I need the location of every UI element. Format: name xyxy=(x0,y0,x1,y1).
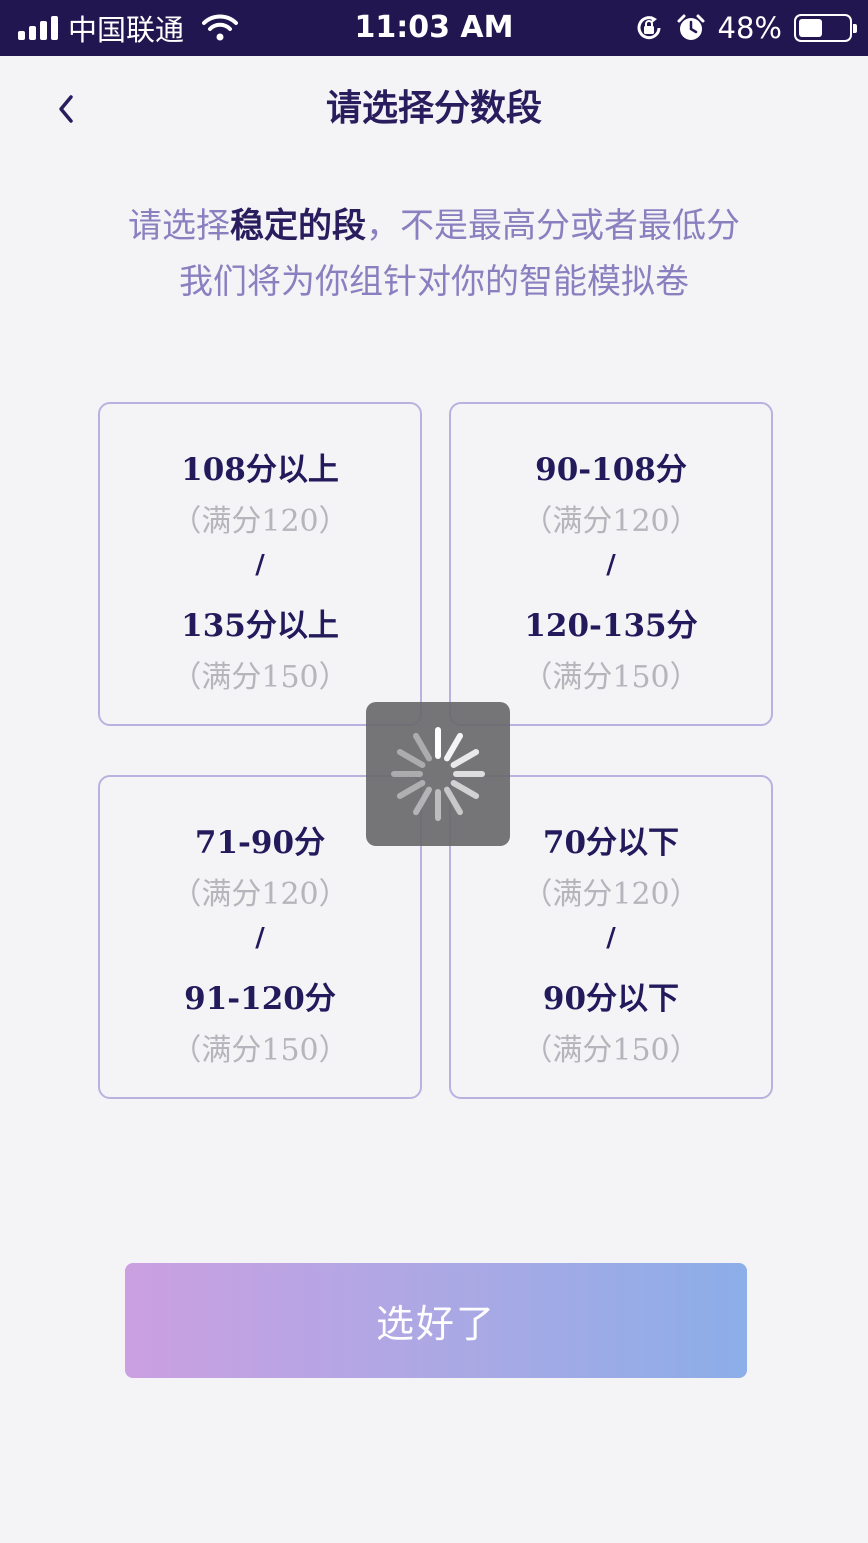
battery-level xyxy=(799,19,823,37)
score-separator: / xyxy=(606,923,616,953)
full-score-120-label: （满分120） xyxy=(522,504,700,539)
instruction-line-2: 我们将为你组针对你的智能模拟卷 xyxy=(179,262,689,302)
score-card-top-left[interactable]: 108分以上 （满分120） / 135分以上 （满分150） xyxy=(98,402,422,726)
loading-spinner-icon xyxy=(391,727,485,821)
status-right: 48% xyxy=(634,0,857,56)
score-range-120: 108分以上 xyxy=(181,452,339,488)
battery-percent: 48% xyxy=(717,11,782,45)
instruction-prefix: 请选择 xyxy=(128,206,230,246)
instruction-line-1: 请选择稳定的段，不是最高分或者最低分 xyxy=(0,198,868,247)
full-score-120-label: （满分120） xyxy=(171,877,349,912)
full-score-120-label: （满分120） xyxy=(171,504,349,539)
instruction-emphasis: 稳定的段 xyxy=(230,206,366,246)
instruction-suffix: ，不是最高分或者最低分 xyxy=(366,206,740,246)
score-range-150: 120-135分 xyxy=(524,608,698,644)
confirm-selection-button[interactable]: 选好了 xyxy=(125,1263,747,1378)
full-score-150-label: （满分150） xyxy=(171,1033,349,1068)
score-range-150: 90分以下 xyxy=(542,981,680,1017)
full-score-120-label: （满分120） xyxy=(522,877,700,912)
score-range-120: 90-108分 xyxy=(535,452,687,488)
score-range-150: 135分以上 xyxy=(181,608,339,644)
score-range-150: 91-120分 xyxy=(184,981,336,1017)
full-score-150-label: （满分150） xyxy=(522,660,700,695)
full-score-150-label: （满分150） xyxy=(171,660,349,695)
score-card-top-right[interactable]: 90-108分 （满分120） / 120-135分 （满分150） xyxy=(449,402,773,726)
status-bar: 中国联通 11:03 AM 48% xyxy=(0,0,868,56)
full-score-150-label: （满分150） xyxy=(522,1033,700,1068)
score-separator: / xyxy=(606,550,616,580)
loading-overlay xyxy=(366,702,510,846)
score-separator: / xyxy=(255,550,265,580)
score-separator: / xyxy=(255,923,265,953)
orientation-lock-icon xyxy=(637,16,661,40)
page-title: 请选择分数段 xyxy=(325,88,542,129)
alarm-icon xyxy=(677,14,705,40)
battery-icon xyxy=(794,14,857,42)
